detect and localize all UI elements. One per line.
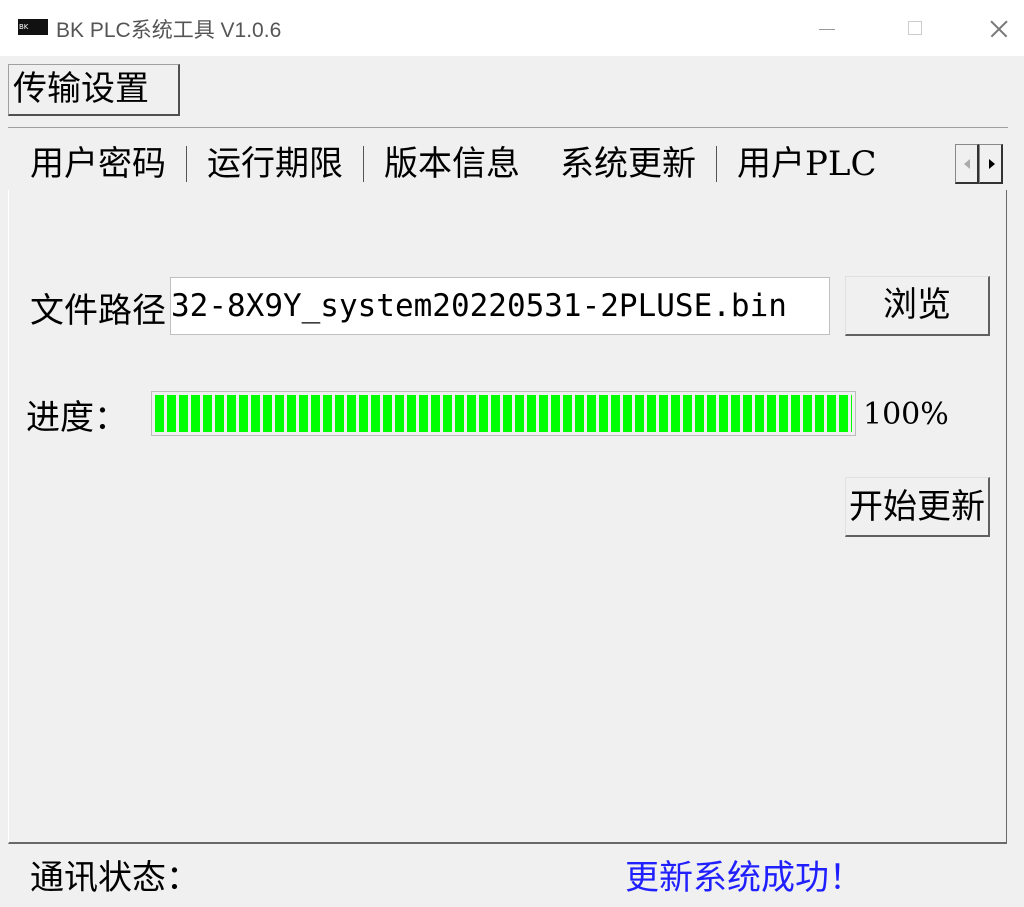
start-update-button[interactable]: 开始更新 (845, 477, 990, 537)
maximize-button[interactable] (884, 0, 944, 56)
window-title: BK PLC系统工具 V1.0.6 (56, 19, 282, 42)
progress-bar (151, 391, 856, 436)
comm-status-label: 通讯状态： (30, 858, 200, 898)
close-button[interactable] (966, 0, 1024, 56)
file-path-input[interactable]: 32-8X9Y_system20220531-2PLUSE.bin (170, 277, 830, 335)
tab-scroll-controls (955, 144, 1005, 186)
tab-strip: 用户密码 运行期限 版本信息 系统更新 用户PLC (10, 138, 954, 190)
file-path-value: 32-8X9Y_system20220531-2PLUSE.bin (171, 288, 787, 324)
transfer-settings-menu[interactable]: 传输设置 (8, 64, 180, 116)
chevron-right-icon[interactable] (979, 144, 1003, 184)
status-message: 更新系统成功！ (625, 858, 863, 898)
app-logo-icon: BK (18, 19, 48, 35)
tab-user-password[interactable]: 用户密码 (10, 138, 186, 190)
progress-percent: 100% (863, 397, 949, 432)
title-bar: BK BK PLC系统工具 V1.0.6 (0, 0, 1024, 56)
progress-fill (155, 395, 852, 432)
chevron-left-icon[interactable] (955, 144, 979, 184)
minimize-button[interactable] (797, 0, 857, 56)
tab-run-period[interactable]: 运行期限 (187, 138, 363, 190)
progress-label: 进度： (26, 398, 128, 438)
menu-divider (8, 127, 1008, 128)
tab-user-plc[interactable]: 用户PLC (717, 138, 896, 190)
browse-button[interactable]: 浏览 (845, 276, 990, 336)
tab-system-update[interactable]: 系统更新 (540, 138, 716, 190)
tab-version-info[interactable]: 版本信息 (364, 138, 540, 190)
file-path-label: 文件路径 (30, 291, 166, 331)
